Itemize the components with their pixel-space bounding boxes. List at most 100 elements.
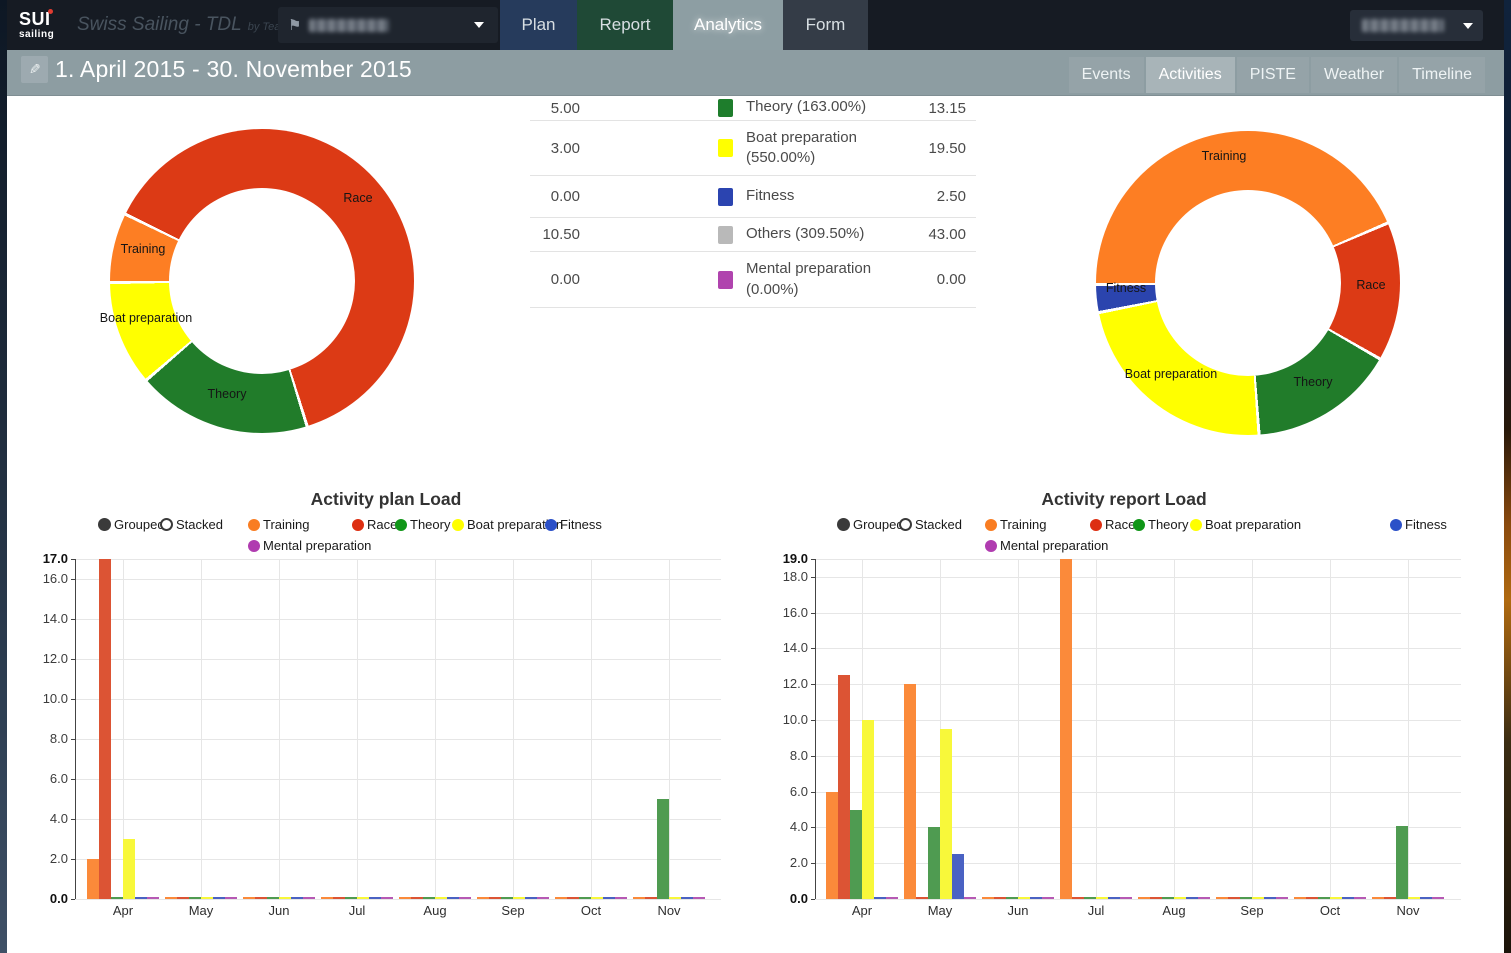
bar-race-apr[interactable] (838, 675, 850, 899)
bar-training-apr[interactable] (826, 792, 838, 899)
nav-tab-report[interactable]: Report (577, 0, 673, 50)
bar-training-aug[interactable] (399, 897, 411, 899)
nav-tab-form[interactable]: Form (783, 0, 868, 50)
bar-theory-jun[interactable] (267, 897, 279, 899)
bar-mental-preparation-oct[interactable] (615, 897, 627, 899)
bar-boat-preparation-aug[interactable] (1174, 897, 1186, 899)
bar-theory-oct[interactable] (579, 897, 591, 899)
bar-race-sep[interactable] (489, 897, 501, 899)
bar-mental-preparation-aug[interactable] (1198, 897, 1210, 899)
bar-theory-may[interactable] (928, 827, 940, 899)
bar-theory-apr[interactable] (850, 810, 862, 899)
bar-training-jul[interactable] (1060, 559, 1072, 899)
bar-fitness-apr[interactable] (874, 897, 886, 899)
bar-race-nov[interactable] (645, 897, 657, 899)
bar-training-nov[interactable] (633, 897, 645, 899)
bar-mental-preparation-nov[interactable] (1432, 897, 1444, 899)
bar-mental-preparation-sep[interactable] (1276, 897, 1288, 899)
nav-tab-plan[interactable]: Plan (500, 0, 577, 50)
mode-radio-grouped[interactable]: Grouped (98, 517, 165, 532)
bar-race-sep[interactable] (1228, 897, 1240, 899)
bar-fitness-aug[interactable] (1186, 897, 1198, 899)
mode-radio-grouped[interactable]: Grouped (837, 517, 904, 532)
bar-fitness-jun[interactable] (1030, 897, 1042, 899)
bar-fitness-apr[interactable] (135, 897, 147, 899)
bar-training-aug[interactable] (1138, 897, 1150, 899)
bar-boat-preparation-aug[interactable] (435, 897, 447, 899)
bar-boat-preparation-oct[interactable] (591, 897, 603, 899)
bar-fitness-oct[interactable] (603, 897, 615, 899)
bar-boat-preparation-may[interactable] (940, 729, 952, 899)
bar-theory-may[interactable] (189, 897, 201, 899)
bar-training-sep[interactable] (1216, 897, 1228, 899)
bar-boat-preparation-jun[interactable] (279, 897, 291, 899)
bar-fitness-sep[interactable] (1264, 897, 1276, 899)
bar-boat-preparation-may[interactable] (201, 897, 213, 899)
bar-race-oct[interactable] (1306, 897, 1318, 899)
sub-tab-events[interactable]: Events (1069, 57, 1144, 93)
sub-tab-piste[interactable]: PISTE (1237, 57, 1309, 93)
mode-radio-stacked[interactable]: Stacked (160, 517, 223, 532)
bar-training-may[interactable] (904, 684, 916, 899)
bar-theory-oct[interactable] (1318, 897, 1330, 899)
bar-fitness-nov[interactable] (1420, 897, 1432, 899)
bar-fitness-may[interactable] (952, 854, 964, 899)
bar-theory-aug[interactable] (423, 897, 435, 899)
bar-theory-jun[interactable] (1006, 897, 1018, 899)
bar-boat-preparation-oct[interactable] (1330, 897, 1342, 899)
bar-mental-preparation-nov[interactable] (693, 897, 705, 899)
bar-race-apr[interactable] (99, 559, 111, 899)
bar-fitness-jun[interactable] (291, 897, 303, 899)
bar-race-may[interactable] (177, 897, 189, 899)
bar-theory-nov[interactable] (657, 799, 669, 899)
bar-boat-preparation-apr[interactable] (862, 720, 874, 899)
bar-fitness-sep[interactable] (525, 897, 537, 899)
bar-mental-preparation-jul[interactable] (381, 897, 393, 899)
sub-tab-timeline[interactable]: Timeline (1399, 57, 1485, 93)
bar-fitness-oct[interactable] (1342, 897, 1354, 899)
bar-boat-preparation-nov[interactable] (1408, 897, 1420, 899)
bar-race-aug[interactable] (1150, 897, 1162, 899)
bar-training-jun[interactable] (982, 897, 994, 899)
sub-tab-activities[interactable]: Activities (1146, 57, 1235, 93)
bar-race-jun[interactable] (994, 897, 1006, 899)
bar-fitness-may[interactable] (213, 897, 225, 899)
mode-radio-stacked[interactable]: Stacked (899, 517, 962, 532)
bar-boat-preparation-jul[interactable] (357, 897, 369, 899)
bar-training-may[interactable] (165, 897, 177, 899)
bar-theory-aug[interactable] (1162, 897, 1174, 899)
bar-mental-preparation-sep[interactable] (537, 897, 549, 899)
user-menu-dropdown[interactable] (1350, 10, 1483, 41)
bar-boat-preparation-nov[interactable] (669, 897, 681, 899)
nav-tab-analytics[interactable]: Analytics (673, 0, 783, 50)
bar-theory-sep[interactable] (1240, 897, 1252, 899)
bar-boat-preparation-sep[interactable] (1252, 897, 1264, 899)
bar-theory-sep[interactable] (501, 897, 513, 899)
bar-mental-preparation-apr[interactable] (886, 897, 898, 899)
bar-race-jun[interactable] (255, 897, 267, 899)
bar-theory-jul[interactable] (1084, 897, 1096, 899)
bar-training-sep[interactable] (477, 897, 489, 899)
bar-theory-nov[interactable] (1396, 826, 1408, 899)
bar-mental-preparation-may[interactable] (225, 897, 237, 899)
bar-mental-preparation-apr[interactable] (147, 897, 159, 899)
bar-race-nov[interactable] (1384, 897, 1396, 899)
bar-fitness-jul[interactable] (369, 897, 381, 899)
bar-mental-preparation-jul[interactable] (1120, 897, 1132, 899)
sub-tab-weather[interactable]: Weather (1311, 57, 1397, 93)
bar-fitness-nov[interactable] (681, 897, 693, 899)
bar-fitness-aug[interactable] (447, 897, 459, 899)
bar-mental-preparation-jun[interactable] (1042, 897, 1054, 899)
bar-training-jun[interactable] (243, 897, 255, 899)
bar-training-nov[interactable] (1372, 897, 1384, 899)
bar-boat-preparation-jun[interactable] (1018, 897, 1030, 899)
bar-boat-preparation-sep[interactable] (513, 897, 525, 899)
bar-race-jul[interactable] (333, 897, 345, 899)
bar-fitness-jul[interactable] (1108, 897, 1120, 899)
bar-training-jul[interactable] (321, 897, 333, 899)
bar-mental-preparation-oct[interactable] (1354, 897, 1366, 899)
edit-period-button[interactable]: ✎ (21, 56, 48, 83)
bar-race-oct[interactable] (567, 897, 579, 899)
bar-mental-preparation-aug[interactable] (459, 897, 471, 899)
bar-mental-preparation-jun[interactable] (303, 897, 315, 899)
